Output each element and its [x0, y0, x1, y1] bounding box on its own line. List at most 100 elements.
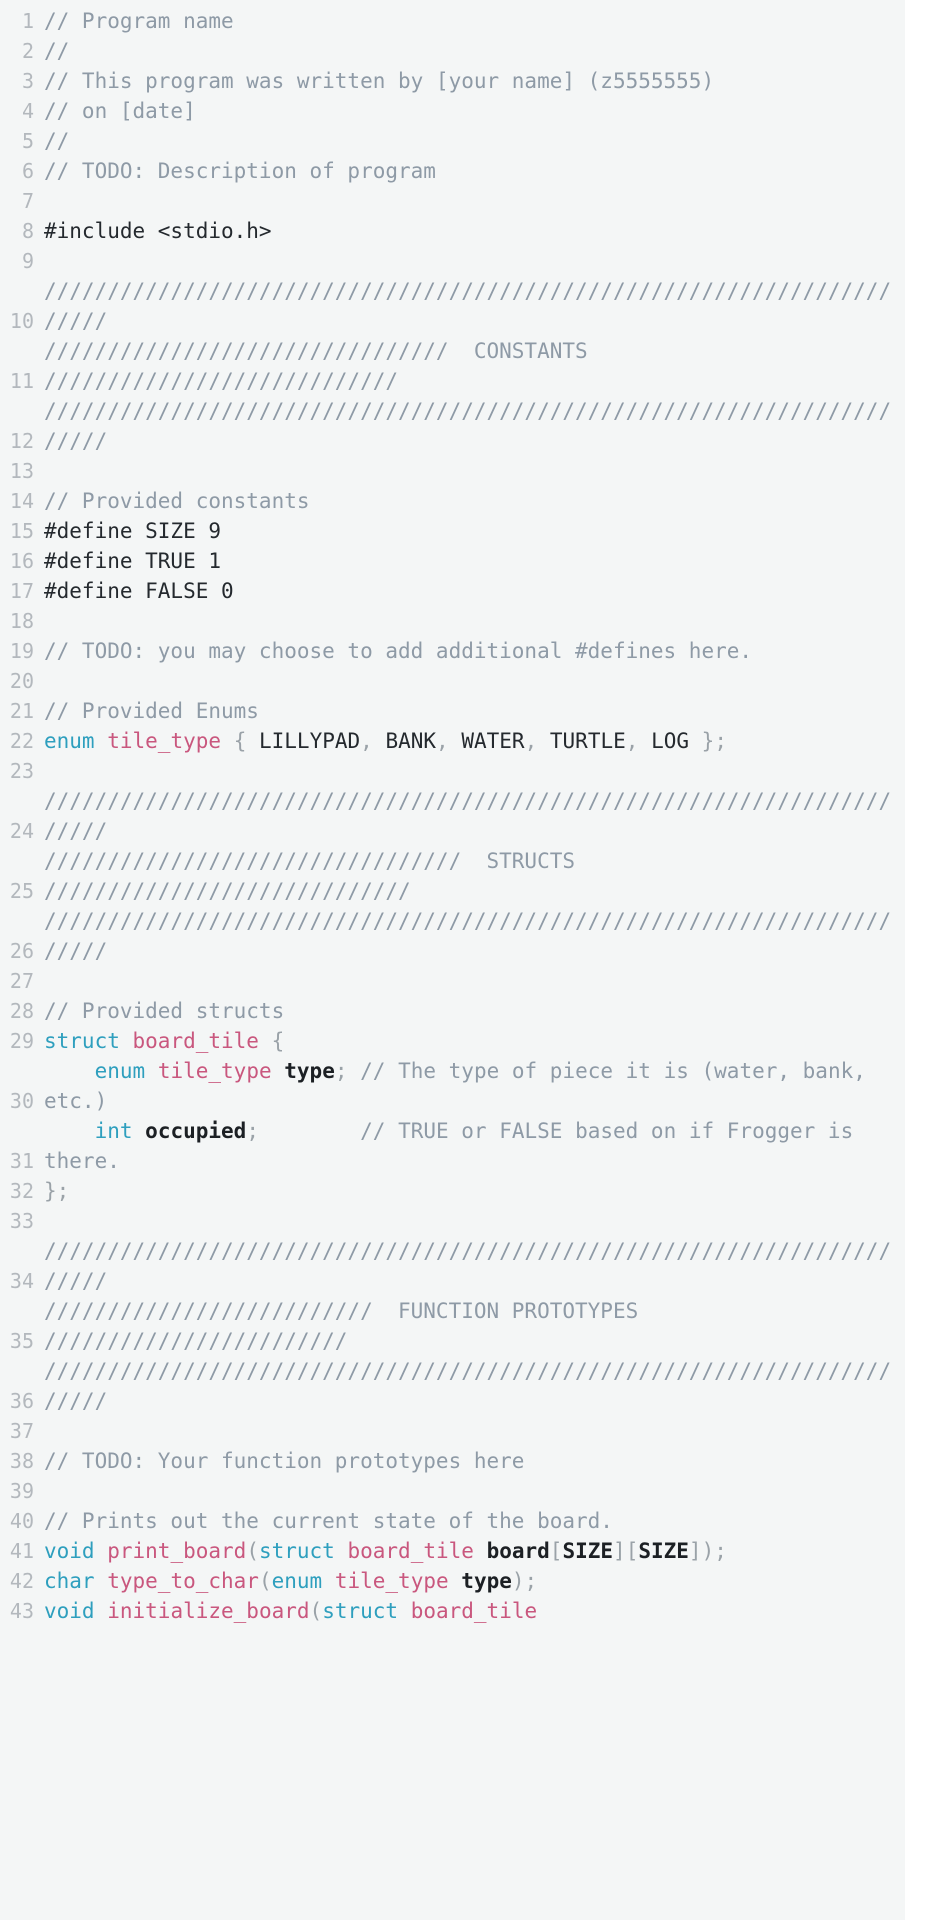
code-line-text[interactable] [44, 1206, 905, 1236]
code-line-text[interactable]: // Provided Enums [44, 696, 905, 726]
code-line[interactable]: 24 //////////////////////////////////////… [0, 786, 905, 846]
code-line[interactable]: 38 // TODO: Your function prototypes here [0, 1446, 905, 1476]
code-line[interactable]: 28 // Provided structs [0, 996, 905, 1026]
code-line-text[interactable]: int occupied; // TRUE or FALSE based on … [44, 1116, 905, 1176]
code-line-text[interactable]: #define FALSE 0 [44, 576, 905, 606]
line-number: 6 [21, 159, 34, 183]
code-line-text[interactable]: // Provided structs [44, 996, 905, 1026]
code-line-text[interactable]: void print_board(struct board_tile board… [44, 1536, 905, 1566]
code-line[interactable]: 4 // on [date] [0, 96, 905, 126]
line-number: 5 [21, 129, 34, 153]
code-line[interactable]: 26 //////////////////////////////////////… [0, 906, 905, 966]
line-number: 35 [9, 1329, 34, 1353]
code-line-text[interactable]: #define SIZE 9 [44, 516, 905, 546]
code-line-text[interactable] [44, 756, 905, 786]
line-number: 22 [9, 729, 34, 753]
code-line[interactable]: 22 enum tile_type { LILLYPAD, BANK, WATER… [0, 726, 905, 756]
line-number: 31 [9, 1149, 34, 1173]
code-line-text[interactable]: // TODO: Description of program [44, 156, 905, 186]
code-line[interactable]: 25 ///////////////////////////////// STRU… [0, 846, 905, 906]
code-line-text[interactable]: // TODO: you may choose to add additiona… [44, 636, 905, 666]
line-number: 40 [9, 1509, 34, 1533]
code-line[interactable]: 2 // [0, 36, 905, 66]
code-line[interactable]: 18 [0, 606, 905, 636]
code-line-text[interactable]: // TODO: Your function prototypes here [44, 1446, 905, 1476]
code-line[interactable]: 12 //////////////////////////////////////… [0, 396, 905, 456]
code-line[interactable]: 29 struct board_tile { [0, 1026, 905, 1056]
code-line-text[interactable] [44, 1476, 905, 1506]
code-line-text[interactable]: // This program was written by [your nam… [44, 66, 905, 96]
code-line[interactable]: 1 // Program name [0, 6, 905, 36]
line-number: 18 [9, 609, 34, 633]
code-line[interactable]: 8 #include <stdio.h> [0, 216, 905, 246]
code-line[interactable]: 19 // TODO: you may choose to add additio… [0, 636, 905, 666]
code-line[interactable]: 33 [0, 1206, 905, 1236]
code-line-text[interactable]: //////////////////////////////// CONSTAN… [44, 336, 905, 396]
code-line[interactable]: 31 int occupied; // TRUE or FALSE based … [0, 1116, 905, 1176]
code-line-text[interactable] [44, 456, 905, 486]
code-editor-viewport[interactable]: 1 // Program name 2 // 3 // This program was … [0, 0, 905, 1920]
code-line[interactable]: 6 // TODO: Description of program [0, 156, 905, 186]
code-line[interactable]: 39 [0, 1476, 905, 1506]
code-line[interactable]: 15 #define SIZE 9 [0, 516, 905, 546]
code-line[interactable]: 21 // Provided Enums [0, 696, 905, 726]
code-line[interactable]: 23 [0, 756, 905, 786]
code-line[interactable]: 16 #define TRUE 1 [0, 546, 905, 576]
code-line[interactable]: 27 [0, 966, 905, 996]
code-line-text[interactable]: ///////////////////////////////// STRUCT… [44, 846, 905, 906]
code-line[interactable]: 41 void print_board(struct board_tile boa… [0, 1536, 905, 1566]
code-line-text[interactable]: // Program name [44, 6, 905, 36]
code-line[interactable]: 5 // [0, 126, 905, 156]
code-line[interactable]: 3 // This program was written by [your na… [0, 66, 905, 96]
code-line-text[interactable]: enum tile_type type; // The type of piec… [44, 1056, 905, 1116]
code-line-text[interactable] [44, 606, 905, 636]
code-line-text[interactable]: #define TRUE 1 [44, 546, 905, 576]
code-line[interactable]: 9 [0, 246, 905, 276]
code-line-text[interactable]: }; [44, 1176, 905, 1206]
code-line-text[interactable]: ////////////////////////////////////////… [44, 396, 905, 456]
code-line-text[interactable]: ////////////////////////////////////////… [44, 906, 905, 966]
code-line-text[interactable]: ////////////////////////////////////////… [44, 1356, 905, 1416]
code-line[interactable]: 7 [0, 186, 905, 216]
code-line-text[interactable]: ////////////////////////////////////////… [44, 276, 905, 336]
line-number: 41 [9, 1539, 34, 1563]
code-line[interactable]: 32}; [0, 1176, 905, 1206]
code-line-text[interactable]: char type_to_char(enum tile_type type); [44, 1566, 905, 1596]
code-line[interactable]: 14 // Provided constants [0, 486, 905, 516]
code-line[interactable]: 35 ////////////////////////// FUNCTION PR… [0, 1296, 905, 1356]
code-line[interactable]: 36 //////////////////////////////////////… [0, 1356, 905, 1416]
code-line-text[interactable]: ////////////////////////////////////////… [44, 786, 905, 846]
code-line-text[interactable] [44, 246, 905, 276]
code-line-text[interactable]: // [44, 126, 905, 156]
code-line[interactable]: 34 //////////////////////////////////////… [0, 1236, 905, 1296]
code-line[interactable]: 40 // Prints out the current state of the… [0, 1506, 905, 1536]
code-line-text[interactable] [44, 1416, 905, 1446]
code-line-text[interactable]: #include <stdio.h> [44, 216, 905, 246]
code-line[interactable]: 30 enum tile_type type; // The type of p… [0, 1056, 905, 1116]
code-line-text[interactable]: enum tile_type { LILLYPAD, BANK, WATER, … [44, 726, 905, 756]
code-line-text[interactable] [44, 666, 905, 696]
line-number: 16 [9, 549, 34, 573]
code-line[interactable]: 13 [0, 456, 905, 486]
code-line[interactable]: 17 #define FALSE 0 [0, 576, 905, 606]
code-line-text[interactable]: // [44, 36, 905, 66]
code-line-text[interactable]: struct board_tile { [44, 1026, 905, 1056]
code-line-text[interactable]: // Prints out the current state of the b… [44, 1506, 905, 1536]
line-number: 15 [9, 519, 34, 543]
code-line-text[interactable]: // on [date] [44, 96, 905, 126]
code-line[interactable]: 42 char type_to_char(enum tile_type type)… [0, 1566, 905, 1596]
code-line-text[interactable] [44, 966, 905, 996]
code-line-text[interactable]: ////////////////////////////////////////… [44, 1236, 905, 1296]
code-line-text[interactable]: // Provided constants [44, 486, 905, 516]
code-line[interactable]: 20 [0, 666, 905, 696]
line-number: 14 [9, 489, 34, 513]
code-line[interactable]: 37 [0, 1416, 905, 1446]
code-line[interactable]: 11 //////////////////////////////// CONST… [0, 336, 905, 396]
code-line-text[interactable] [44, 186, 905, 216]
line-number: 20 [9, 669, 34, 693]
code-line-text[interactable]: ////////////////////////// FUNCTION PROT… [44, 1296, 905, 1356]
line-number: 37 [9, 1419, 34, 1443]
code-line[interactable]: 43 void initialize_board(struct board_til… [0, 1596, 905, 1626]
code-line[interactable]: 10 //////////////////////////////////////… [0, 276, 905, 336]
code-line-text[interactable]: void initialize_board(struct board_tile [44, 1596, 905, 1626]
